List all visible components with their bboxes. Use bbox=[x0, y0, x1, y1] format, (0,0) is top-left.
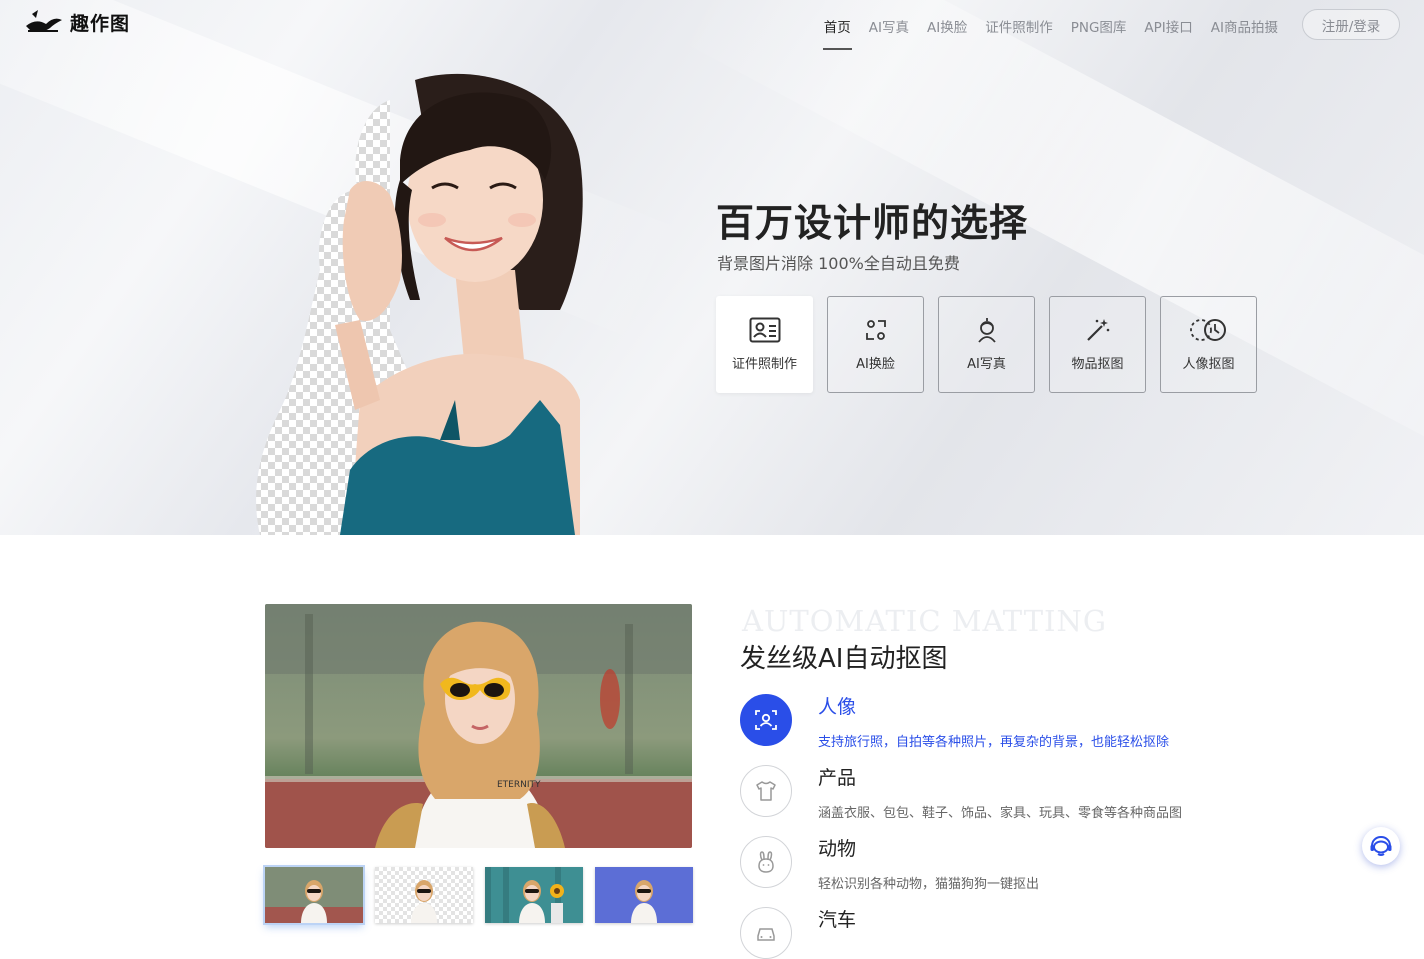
nav-link-ai-portrait[interactable]: AI写真 bbox=[869, 16, 909, 50]
nav-link-api[interactable]: API接口 bbox=[1144, 16, 1192, 50]
nav-link-ai-product-shoot[interactable]: AI商品拍摄 bbox=[1211, 16, 1278, 50]
section-watermark: AUTOMATIC MATTING bbox=[742, 604, 1108, 638]
register-login-button[interactable]: 注册/登录 bbox=[1302, 9, 1400, 40]
customer-support-button[interactable] bbox=[1362, 827, 1400, 865]
nav-links: 首页 AI写真 AI换脸 证件照制作 PNG图库 API接口 AI商品拍摄 bbox=[822, 16, 1278, 50]
magic-wand-icon bbox=[1086, 319, 1109, 341]
logo-bird-icon bbox=[26, 10, 62, 32]
feature-icon-wrap bbox=[740, 765, 792, 817]
headset-icon bbox=[1370, 835, 1392, 856]
tool-object-cutout-button[interactable]: 物品抠图 bbox=[1049, 296, 1146, 393]
hero-title: 百万设计师的选择 bbox=[716, 201, 1029, 245]
tool-id-photo-button[interactable]: 证件照制作 bbox=[716, 296, 813, 393]
hero-portrait-image bbox=[256, 73, 583, 535]
thumbnail-blue-background[interactable] bbox=[595, 867, 693, 923]
nav-link-ai-faceswap[interactable]: AI换脸 bbox=[927, 16, 967, 50]
feature-name: 产品 bbox=[818, 767, 857, 789]
feature-description: 轻松识别各种动物，猫猫狗狗一键抠出 bbox=[818, 877, 1040, 892]
tool-ai-portrait-button[interactable]: AI写真 bbox=[938, 296, 1035, 393]
tool-label: 人像抠图 bbox=[1182, 357, 1235, 372]
tool-label: AI换脸 bbox=[856, 357, 895, 372]
id-card-icon bbox=[749, 317, 780, 343]
person-cutout-icon bbox=[1189, 319, 1226, 341]
tool-person-cutout-button[interactable]: 人像抠图 bbox=[1160, 296, 1257, 393]
top-navbar: 趣作图 首页 AI写真 AI换脸 证件照制作 PNG图库 API接口 AI商品拍… bbox=[0, 0, 1424, 50]
logo-text: 趣作图 bbox=[70, 12, 131, 35]
feature-icon-wrap bbox=[740, 907, 792, 959]
tool-ai-faceswap-button[interactable]: AI换脸 bbox=[827, 296, 924, 393]
feature-name: 人像 bbox=[818, 696, 857, 718]
feature-icon-wrap bbox=[740, 694, 792, 746]
feature-car[interactable]: 汽车 bbox=[740, 907, 856, 959]
nav-link-png-library[interactable]: PNG图库 bbox=[1071, 16, 1127, 50]
feature-animal[interactable]: 动物 轻松识别各种动物，猫猫狗狗一键抠出 bbox=[740, 836, 1039, 892]
nav-link-home[interactable]: 首页 bbox=[822, 16, 852, 50]
feature-portrait[interactable]: 人像 支持旅行照，自拍等各种照片，再复杂的背景，也能轻松抠除 bbox=[740, 694, 1169, 750]
feature-icon-wrap bbox=[740, 836, 792, 888]
feature-description: 支持旅行照，自拍等各种照片，再复杂的背景，也能轻松抠除 bbox=[818, 735, 1170, 750]
tool-label: 物品抠图 bbox=[1071, 357, 1124, 372]
tool-label: 证件照制作 bbox=[731, 357, 797, 372]
thumbnail-teal-background[interactable] bbox=[485, 867, 583, 923]
feature-description: 涵盖衣服、包包、鞋子、饰品、家具、玩具、零食等各种商品图 bbox=[818, 806, 1183, 821]
thumbnail-transparent[interactable] bbox=[375, 867, 473, 923]
portrait-icon bbox=[977, 318, 996, 343]
feature-name: 汽车 bbox=[818, 909, 857, 931]
thumbnail-original[interactable] bbox=[263, 865, 365, 925]
nav-link-id-photo[interactable]: 证件照制作 bbox=[985, 16, 1053, 50]
face-swap-icon bbox=[865, 320, 886, 340]
tool-label: AI写真 bbox=[967, 357, 1006, 372]
tool-shortcuts: 证件照制作 AI换脸 AI写真 物品抠图 人像抠图 bbox=[716, 296, 1257, 393]
hero-banner: 趣作图 首页 AI写真 AI换脸 证件照制作 PNG图库 API接口 AI商品拍… bbox=[0, 0, 1424, 535]
svg-text:ETERNITY: ETERNITY bbox=[497, 780, 541, 790]
section-title: 发丝级AI自动抠图 bbox=[740, 644, 948, 674]
site-logo[interactable]: 趣作图 bbox=[24, 8, 130, 36]
car-icon bbox=[757, 928, 775, 941]
feature-name: 动物 bbox=[818, 838, 857, 860]
face-scan-icon bbox=[755, 710, 777, 730]
tshirt-icon bbox=[756, 781, 776, 801]
feature-product[interactable]: 产品 涵盖衣服、包包、鞋子、饰品、家具、玩具、零食等各种商品图 bbox=[740, 765, 1182, 821]
rabbit-icon bbox=[758, 851, 774, 873]
preview-thumbnails bbox=[263, 865, 693, 925]
hero-subtitle: 背景图片消除 100%全自动且免费 bbox=[717, 254, 960, 273]
matting-preview-image: ETERNITY bbox=[265, 604, 692, 848]
